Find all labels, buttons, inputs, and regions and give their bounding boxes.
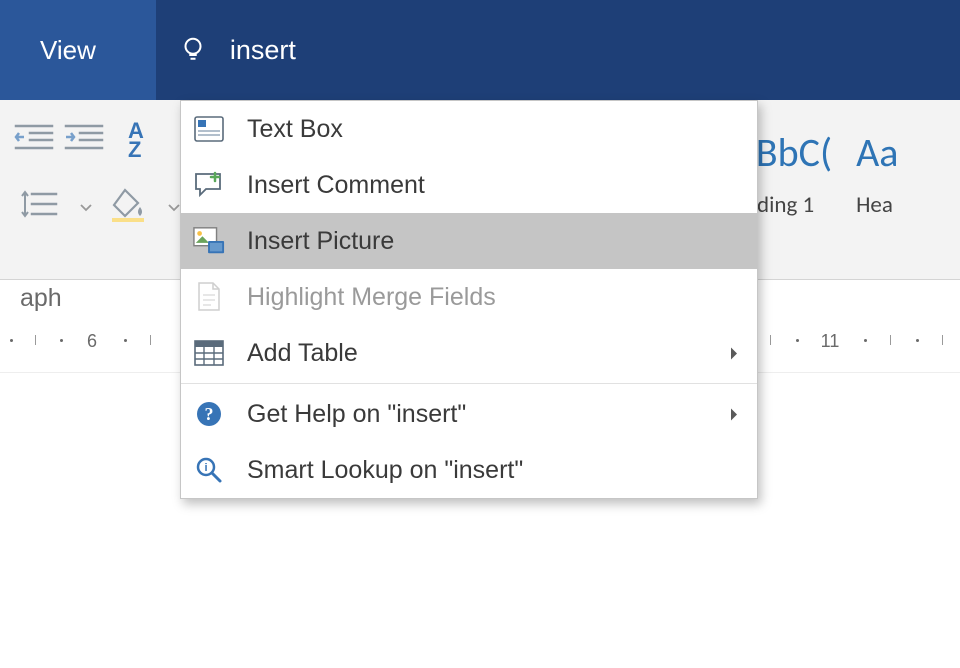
menu-item-label: Insert Comment [247,171,425,200]
tell-me-results-dropdown: Text Box Insert Comment Insert Pictu [180,100,758,499]
styles-gallery[interactable]: ₁BbC( ading 1 Aa Hea [740,100,960,279]
menu-item-smart-lookup[interactable]: i Smart Lookup on "insert" [181,442,757,498]
help-icon: ? [193,398,225,430]
textbox-icon [193,113,225,145]
style-sample: Aa [856,128,898,177]
menu-item-get-help[interactable]: ? Get Help on "insert" [181,386,757,442]
menu-item-insert-picture[interactable]: Insert Picture [181,213,757,269]
menu-item-label: Insert Picture [247,227,394,256]
increase-indent-icon[interactable] [64,122,106,159]
menu-item-label: Smart Lookup on "insert" [247,456,523,485]
comment-icon [193,169,225,201]
ribbon-paragraph-group: AZ [0,122,180,228]
menu-item-label: Highlight Merge Fields [247,283,496,312]
table-icon [193,337,225,369]
style-name: Hea [856,191,898,219]
menu-item-label: Add Table [247,339,358,368]
menu-item-label: Text Box [247,115,343,144]
tell-me-search[interactable]: insert [156,0,960,100]
sort-icon[interactable]: AZ [128,122,142,159]
shading-icon[interactable] [110,187,150,228]
ruler-mark: 6 [87,331,97,352]
submenu-arrow-icon [729,339,739,368]
menu-item-insert-comment[interactable]: Insert Comment [181,157,757,213]
smart-lookup-icon: i [193,454,225,486]
menu-item-label: Get Help on "insert" [247,400,466,429]
menu-separator [181,383,757,384]
menu-item-highlight-merge-fields: Highlight Merge Fields [181,269,757,325]
picture-icon [193,225,225,257]
ribbon-titlebar: View insert [0,0,960,100]
ruler-mark: 11 [821,331,840,352]
tab-view[interactable]: View [40,35,96,66]
chevron-down-icon[interactable] [80,199,92,217]
svg-text:?: ? [205,404,214,424]
chevron-down-icon[interactable] [168,199,180,217]
line-spacing-icon[interactable] [20,188,62,227]
style-sample: ₁BbC( [746,128,832,177]
style-heading-2[interactable]: Aa Hea [832,128,898,279]
menu-item-text-box[interactable]: Text Box [181,101,757,157]
decrease-indent-icon[interactable] [14,122,56,159]
tell-me-input[interactable]: insert [230,35,296,66]
document-icon [193,281,225,313]
lightbulb-icon [178,35,208,65]
svg-text:i: i [204,462,207,474]
style-name: ading 1 [746,191,832,219]
submenu-arrow-icon [729,400,739,429]
menu-item-add-table[interactable]: Add Table [181,325,757,381]
